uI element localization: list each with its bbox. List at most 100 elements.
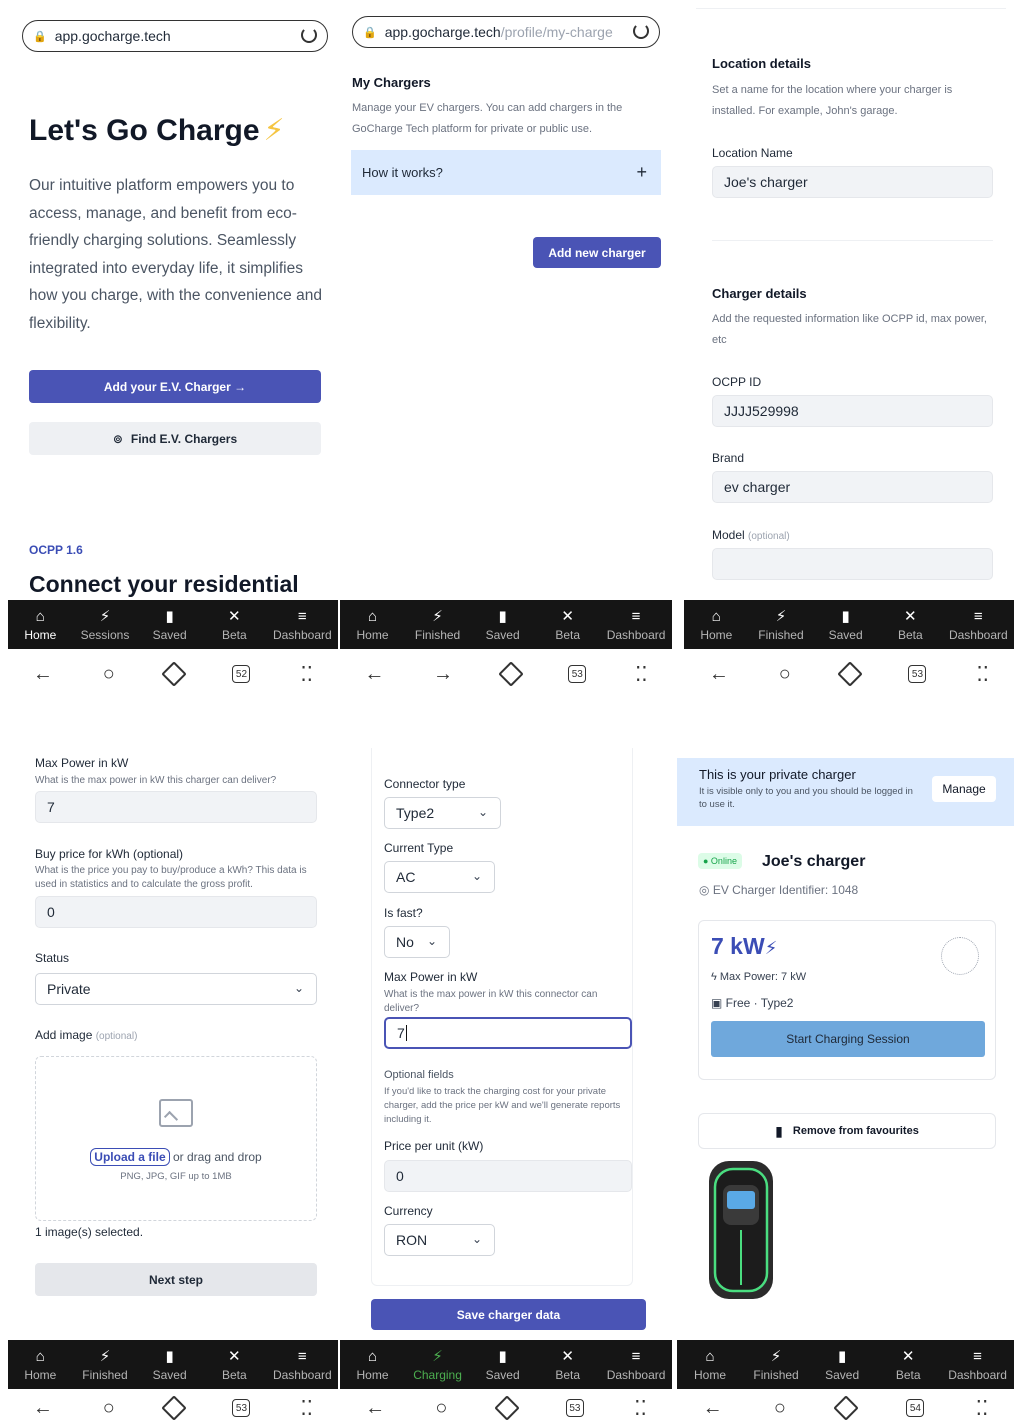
tabs-count[interactable]: 53 bbox=[908, 665, 927, 683]
system-nav: ← ○ 53 ⁚⁚ bbox=[8, 1393, 338, 1423]
back-icon[interactable]: ← bbox=[365, 1397, 385, 1420]
home-outline-icon[interactable] bbox=[493, 1395, 520, 1421]
apps-icon[interactable]: ⁚⁚ bbox=[300, 1396, 313, 1421]
is-fast-select[interactable]: No ⌄ bbox=[384, 926, 450, 958]
home-icon: ⌂ bbox=[35, 607, 45, 625]
save-charger-button[interactable]: Save charger data bbox=[371, 1299, 646, 1330]
charger-identifier: ◎ EV Charger Identifier: 1048 bbox=[699, 883, 858, 897]
back-icon[interactable]: ← bbox=[703, 1397, 723, 1420]
nav-saved[interactable]: ▮ Saved bbox=[477, 608, 529, 642]
connector-type-select[interactable]: Type2 ⌄ bbox=[384, 797, 501, 829]
nav-saved[interactable]: ▮ Saved bbox=[144, 608, 196, 642]
next-step-button[interactable]: Next step bbox=[35, 1263, 317, 1296]
plug-icon: ▣ bbox=[711, 996, 726, 1010]
model-input[interactable] bbox=[712, 548, 993, 580]
apps-icon[interactable]: ⁚⁚ bbox=[976, 1396, 989, 1421]
refresh-icon[interactable] bbox=[301, 27, 317, 43]
nav-dashboard[interactable]: ≡ Dashboard bbox=[949, 608, 1008, 642]
currency-select[interactable]: RON ⌄ bbox=[384, 1224, 495, 1256]
bottom-nav: ⌂ Home ⚡ Charging ▮ Saved ✕ Beta ≡ Dashboard bbox=[340, 1340, 672, 1389]
back-icon[interactable]: ← bbox=[709, 663, 729, 686]
tabs-count[interactable]: 53 bbox=[568, 665, 587, 683]
nav-sessions[interactable]: ⚡ Sessions bbox=[79, 608, 131, 642]
nav-home[interactable]: ⌂ Home bbox=[14, 1348, 66, 1382]
home-outline-icon[interactable] bbox=[160, 1395, 187, 1421]
nav-beta[interactable]: ✕ Beta bbox=[882, 1348, 934, 1382]
nav-finished[interactable]: ⚡ Finished bbox=[755, 608, 807, 642]
price-per-unit-input[interactable]: 0 bbox=[384, 1160, 632, 1192]
back-icon[interactable]: ← bbox=[33, 663, 53, 686]
nav-beta[interactable]: ✕ Beta bbox=[884, 608, 936, 642]
nav-home[interactable]: ⌂ Home bbox=[684, 1348, 736, 1382]
text-cursor bbox=[405, 1025, 407, 1041]
nav-beta[interactable]: ✕ Beta bbox=[208, 608, 260, 642]
nav-finished[interactable]: ⚡ Finished bbox=[412, 608, 464, 642]
search-icon[interactable]: ○ bbox=[103, 1397, 115, 1420]
power-display: 7 kW⚡ bbox=[711, 933, 777, 960]
refresh-icon[interactable] bbox=[633, 23, 649, 39]
nav-saved[interactable]: ▮ Saved bbox=[820, 608, 872, 642]
nav-dashboard[interactable]: ≡ Dashboard bbox=[273, 1348, 332, 1382]
nav-charging[interactable]: ⚡ Charging bbox=[412, 1348, 464, 1382]
apps-icon[interactable]: ⁚⁚ bbox=[976, 662, 989, 687]
tabs-count[interactable]: 52 bbox=[232, 665, 251, 683]
location-name-input[interactable]: Joe's charger bbox=[712, 166, 993, 198]
nav-dashboard[interactable]: ≡ Dashboard bbox=[948, 1348, 1007, 1382]
home-outline-icon[interactable] bbox=[833, 1395, 859, 1421]
nav-finished[interactable]: ⚡ Finished bbox=[750, 1348, 802, 1382]
nav-dashboard[interactable]: ≡ Dashboard bbox=[273, 608, 332, 642]
nav-beta[interactable]: ✕ Beta bbox=[208, 1348, 260, 1382]
find-chargers-button[interactable]: ⊚ Find E.V. Chargers bbox=[29, 422, 321, 455]
nav-home[interactable]: ⌂ Home bbox=[347, 1348, 399, 1382]
nav-home[interactable]: ⌂ Home bbox=[690, 608, 742, 642]
search-icon[interactable]: ○ bbox=[779, 663, 791, 686]
nav-saved[interactable]: ▮ Saved bbox=[477, 1348, 529, 1382]
address-bar[interactable]: 🔒 app.gocharge.tech/profile/my-charge bbox=[352, 16, 660, 48]
max-power-input[interactable]: 7 bbox=[35, 791, 317, 823]
nav-dashboard[interactable]: ≡ Dashboard bbox=[607, 1348, 666, 1382]
nav-label: Saved bbox=[828, 627, 863, 642]
nav-saved[interactable]: ▮ Saved bbox=[144, 1348, 196, 1382]
nav-label: Beta bbox=[897, 627, 923, 642]
image-dropzone[interactable]: Upload a file or drag and drop PNG, JPG,… bbox=[35, 1056, 317, 1221]
add-charger-button[interactable]: Add your E.V. Charger → bbox=[29, 370, 321, 403]
ocpp-id-input[interactable]: JJJJ529998 bbox=[712, 395, 993, 427]
max-power-value: 7 bbox=[397, 1025, 405, 1041]
status-select[interactable]: Private ⌄ bbox=[35, 973, 317, 1005]
max-power-input[interactable]: 7 bbox=[384, 1017, 632, 1049]
accordion-label: How it works? bbox=[362, 165, 443, 180]
add-new-charger-button[interactable]: Add new charger bbox=[533, 237, 661, 268]
start-charging-button[interactable]: Start Charging Session bbox=[711, 1021, 985, 1057]
current-type-select[interactable]: AC ⌄ bbox=[384, 861, 495, 893]
nav-finished[interactable]: ⚡ Finished bbox=[79, 1348, 131, 1382]
nav-saved[interactable]: ▮ Saved bbox=[816, 1348, 868, 1382]
nav-dashboard[interactable]: ≡ Dashboard bbox=[607, 608, 666, 642]
home-outline-icon[interactable] bbox=[836, 661, 863, 687]
nav-home[interactable]: ⌂ Home bbox=[347, 608, 399, 642]
tabs-count[interactable]: 54 bbox=[906, 1399, 925, 1417]
apps-icon[interactable]: ⁚⁚ bbox=[634, 1396, 647, 1421]
address-bar[interactable]: 🔒 app.gocharge.tech bbox=[22, 20, 328, 52]
nav-beta[interactable]: ✕ Beta bbox=[542, 608, 594, 642]
home-outline-icon[interactable] bbox=[497, 661, 524, 687]
nav-beta[interactable]: ✕ Beta bbox=[542, 1348, 594, 1382]
brand-input[interactable]: ev charger bbox=[712, 471, 993, 503]
search-icon[interactable]: ○ bbox=[103, 663, 115, 686]
tabs-count[interactable]: 53 bbox=[565, 1399, 584, 1417]
manage-button[interactable]: Manage bbox=[932, 776, 996, 802]
apps-icon[interactable]: ⁚⁚ bbox=[300, 662, 313, 687]
forward-icon[interactable]: → bbox=[433, 663, 453, 686]
home-outline-icon[interactable] bbox=[160, 661, 187, 687]
how-it-works-accordion[interactable]: How it works? + bbox=[351, 150, 661, 195]
remove-favourite-button[interactable]: ▮ Remove from favourites bbox=[698, 1113, 996, 1149]
apps-icon[interactable]: ⁚⁚ bbox=[635, 662, 648, 687]
buy-price-input[interactable]: 0 bbox=[35, 896, 317, 928]
back-icon[interactable]: ← bbox=[364, 663, 384, 686]
search-icon[interactable]: ○ bbox=[435, 1397, 447, 1420]
back-icon[interactable]: ← bbox=[33, 1397, 53, 1420]
upload-file-link[interactable]: Upload a file bbox=[90, 1148, 170, 1166]
search-icon[interactable]: ○ bbox=[774, 1397, 786, 1420]
tabs-count[interactable]: 53 bbox=[232, 1399, 251, 1417]
nav-home[interactable]: ⌂ Home bbox=[14, 608, 66, 642]
section-title: My Chargers bbox=[352, 75, 431, 90]
